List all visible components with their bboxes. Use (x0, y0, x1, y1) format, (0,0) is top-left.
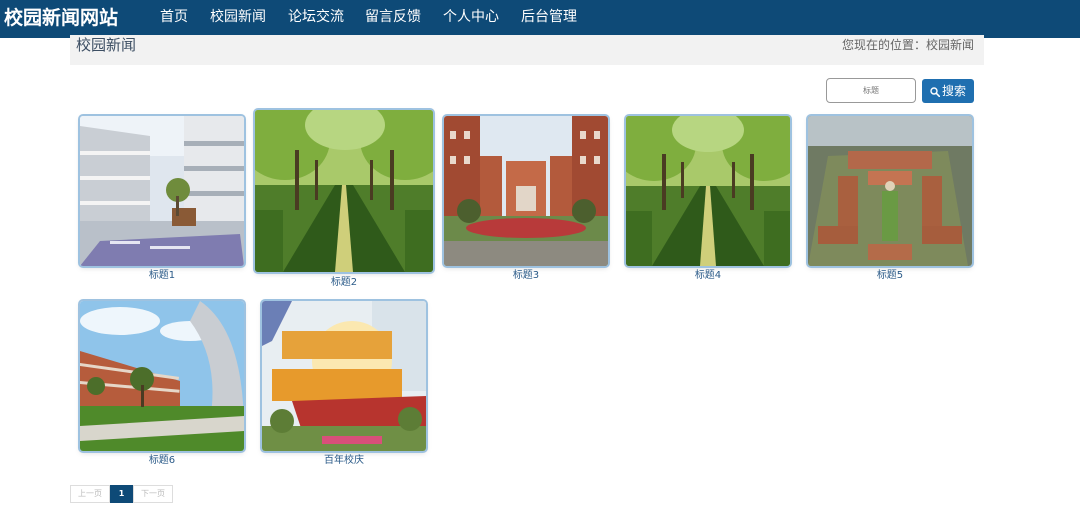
news-title[interactable]: 标题1 (80, 270, 244, 282)
news-title[interactable]: 标题3 (444, 270, 608, 282)
news-thumbnail[interactable] (626, 116, 790, 266)
nav-item-home[interactable]: 首页 (160, 0, 188, 38)
news-card[interactable]: 标题5 (808, 116, 972, 282)
news-thumbnail[interactable] (255, 110, 433, 272)
breadcrumb-location: 您现在的位置：校园新闻 (841, 38, 974, 52)
nav-item-forum[interactable]: 论坛交流 (288, 0, 344, 38)
search-icon (930, 87, 941, 98)
search-button[interactable]: 搜索 (922, 79, 974, 103)
news-card[interactable]: 百年校庆 (262, 301, 426, 467)
news-title[interactable]: 标题6 (80, 455, 244, 467)
news-title[interactable]: 标题4 (626, 270, 790, 282)
site-brand[interactable]: 校园新闻网站 (4, 5, 118, 31)
news-title[interactable]: 标题5 (808, 270, 972, 282)
news-card[interactable]: 标题1 (80, 116, 244, 282)
nav-item-admin[interactable]: 后台管理 (521, 0, 577, 38)
nav-item-user-center[interactable]: 个人中心 (443, 0, 499, 38)
news-card[interactable]: 标题2 (255, 110, 433, 290)
news-thumbnail[interactable] (80, 301, 244, 451)
news-thumbnail[interactable] (262, 301, 426, 451)
page-title: 校园新闻 (76, 36, 137, 54)
news-thumbnail[interactable] (808, 116, 972, 266)
search-input[interactable] (826, 78, 916, 103)
nav-item-campus-news[interactable]: 校园新闻 (206, 0, 270, 38)
prev-page-button[interactable]: 上一页 (70, 485, 110, 503)
news-card[interactable]: 标题3 (444, 116, 608, 282)
news-title[interactable]: 百年校庆 (262, 455, 426, 467)
news-card[interactable]: 标题4 (626, 116, 790, 282)
current-page[interactable]: 1 (110, 485, 133, 503)
news-title[interactable]: 标题2 (255, 277, 433, 289)
news-card[interactable]: 标题6 (80, 301, 244, 467)
next-page-button[interactable]: 下一页 (133, 485, 173, 503)
news-thumbnail[interactable] (444, 116, 608, 266)
search-button-label: 搜索 (941, 84, 966, 98)
news-thumbnail[interactable] (80, 116, 244, 266)
breadcrumb: 校园新闻 您现在的位置：校园新闻 (70, 35, 984, 65)
nav-item-feedback[interactable]: 留言反馈 (365, 0, 421, 38)
top-navbar: 校园新闻网站 首页 校园新闻 论坛交流 留言反馈 个人中心 后台管理 (0, 0, 1080, 38)
